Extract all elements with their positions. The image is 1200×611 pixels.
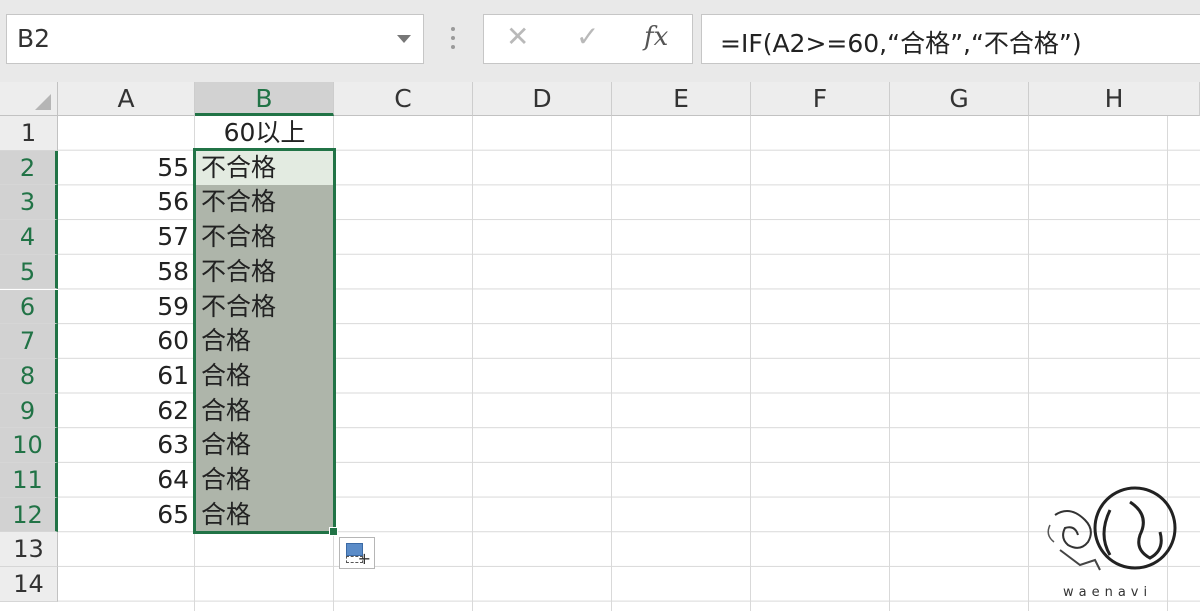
cell-a3[interactable]: 56 [58, 185, 195, 220]
column-header-b[interactable]: B [195, 82, 334, 116]
column-header-d[interactable]: D [473, 82, 612, 116]
select-all-button[interactable] [0, 82, 58, 116]
column-header-h[interactable]: H [1029, 82, 1200, 116]
column-header-c[interactable]: C [334, 82, 473, 116]
check-icon[interactable]: ✓ [576, 20, 599, 53]
name-box-value: B2 [17, 24, 51, 53]
row-header-1[interactable]: 1 [0, 116, 58, 151]
logo-text: waenavi [1063, 585, 1153, 600]
cell-a7[interactable]: 60 [58, 324, 195, 359]
name-box[interactable]: B2 [6, 14, 424, 64]
insert-function-icon[interactable]: fx [644, 22, 668, 52]
plus-icon: + [357, 549, 371, 568]
row-header-9[interactable]: 9 [0, 393, 58, 429]
cell-b1[interactable]: 60以上 [195, 116, 334, 151]
chevron-down-icon[interactable] [397, 35, 411, 43]
column-header-e[interactable]: E [612, 82, 751, 116]
row-header-12[interactable]: 12 [0, 497, 58, 533]
cell-a5[interactable]: 58 [58, 255, 195, 290]
row-header-5[interactable]: 5 [0, 254, 58, 290]
column-header-a[interactable]: A [58, 82, 195, 116]
cell-a2[interactable]: 55 [58, 151, 195, 186]
row-header-10[interactable]: 10 [0, 428, 58, 463]
cell-a11[interactable]: 64 [58, 463, 195, 498]
waenavi-logo [1047, 486, 1177, 571]
close-icon[interactable]: ✕ [506, 20, 529, 53]
row-header-14[interactable]: 14 [0, 567, 58, 602]
selection-border [193, 148, 336, 534]
cell-a4[interactable]: 57 [58, 220, 195, 255]
row-header-6[interactable]: 6 [0, 289, 58, 325]
row-header-3[interactable]: 3 [0, 185, 58, 221]
row-header-4[interactable]: 4 [0, 220, 58, 255]
row-header-13[interactable]: 13 [0, 532, 58, 568]
formula-input[interactable]: =IF(A2>=60,“合格”,“不合格”) [701, 14, 1200, 64]
cell-a12[interactable]: 65 [58, 498, 195, 533]
cell-a10[interactable]: 63 [58, 428, 195, 463]
column-header-g[interactable]: G [890, 82, 1029, 116]
quick-analysis-button[interactable]: + [339, 537, 375, 569]
select-all-icon [35, 94, 51, 110]
formula-buttons: ✕ ✓ fx [483, 14, 693, 64]
row-header-7[interactable]: 7 [0, 324, 58, 359]
row-header-11[interactable]: 11 [0, 463, 58, 498]
row-header-8[interactable]: 8 [0, 358, 58, 394]
cell-a8[interactable]: 61 [58, 359, 195, 394]
cell-a9[interactable]: 62 [58, 394, 195, 429]
row-header-2[interactable]: 2 [0, 150, 58, 186]
splitter-dots-icon[interactable] [448, 27, 458, 57]
fill-handle[interactable] [329, 527, 338, 536]
cell-a6[interactable]: 59 [58, 290, 195, 325]
column-header-f[interactable]: F [751, 82, 890, 116]
formula-text: =IF(A2>=60,“合格”,“不合格”) [720, 29, 1082, 58]
formula-bar-area: B2 ✕ ✓ fx =IF(A2>=60,“合格”,“不合格”) [0, 0, 1200, 82]
